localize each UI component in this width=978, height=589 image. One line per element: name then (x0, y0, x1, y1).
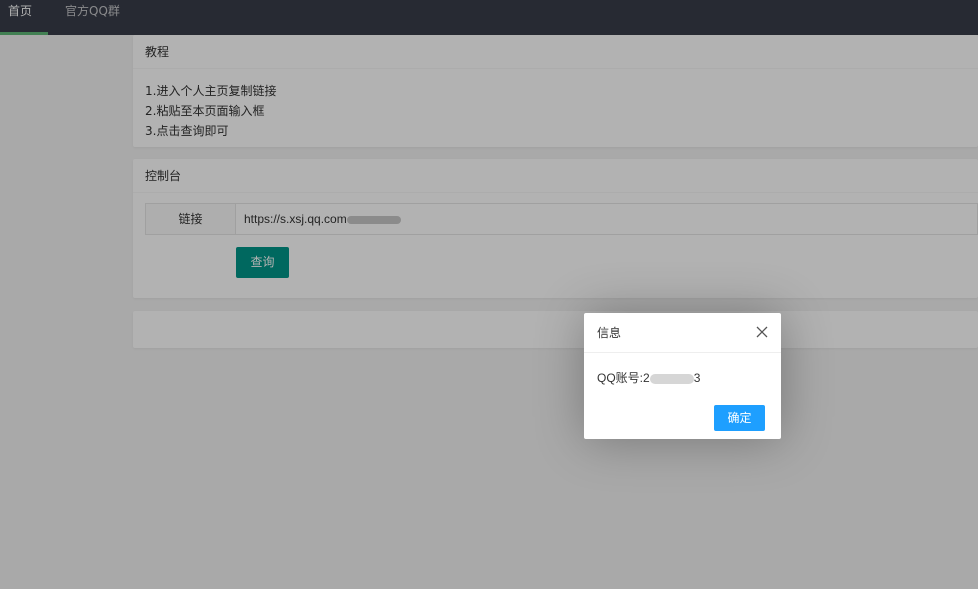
dialog-title: 信息 (584, 313, 781, 353)
qq-account-suffix: 3 (693, 371, 701, 385)
info-dialog: 信息 QQ账号:2 3 确定 (584, 313, 781, 439)
qq-account-prefix: QQ账号:2 (597, 371, 650, 385)
modal-shade[interactable] (0, 0, 978, 589)
dialog-content: QQ账号:2 3 (597, 369, 700, 386)
ok-button[interactable]: 确定 (714, 405, 765, 431)
close-icon[interactable] (755, 325, 769, 339)
redacted-text (649, 373, 694, 384)
